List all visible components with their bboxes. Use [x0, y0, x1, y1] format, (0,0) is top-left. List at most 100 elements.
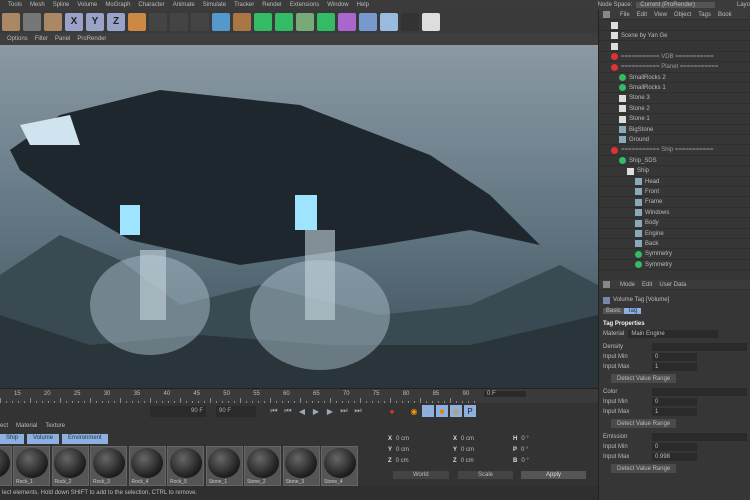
object-item[interactable]: =========== VDB ===========	[599, 52, 750, 63]
object-item[interactable]: Stone 2	[599, 104, 750, 115]
om-menu-tags[interactable]: Tags	[698, 12, 711, 18]
input-max-field[interactable]: Input Max 1	[603, 408, 697, 416]
key-position-icon[interactable]: ✥	[422, 405, 434, 417]
attr-menu-edit[interactable]: Edit	[642, 282, 652, 288]
scale-mode-select[interactable]: Scale	[458, 471, 514, 479]
axis-x-button[interactable]: X	[65, 12, 83, 31]
menu-simulate[interactable]: Simulate	[203, 2, 226, 8]
material-swatch[interactable]: Rock_2	[51, 446, 89, 486]
object-item[interactable]: Stone 3	[599, 94, 750, 104]
input-max-field[interactable]: Input Max 0.998	[603, 453, 697, 461]
object-item[interactable]: Ground	[599, 135, 750, 146]
object-item[interactable]: Stone 1	[599, 115, 750, 125]
detect-value-range-button[interactable]: Detect Value Range	[611, 419, 677, 428]
toolbar-tool-icon[interactable]	[359, 12, 377, 31]
material-menu-texture[interactable]: Texture	[45, 423, 65, 429]
tool-icon[interactable]	[44, 12, 62, 31]
next-key-icon[interactable]: ⏭	[338, 405, 350, 417]
om-menu-object[interactable]: Object	[674, 12, 691, 18]
material-swatch[interactable]: Rock_4	[128, 446, 166, 486]
toolbar-tool-icon[interactable]	[170, 12, 188, 31]
attr-menu-user-data[interactable]: User Data	[659, 282, 686, 288]
go-end-icon[interactable]: ⏭	[352, 405, 364, 417]
object-item[interactable]	[599, 21, 750, 31]
material-swatch[interactable]: Rock_5	[167, 446, 204, 486]
rotation-b-field[interactable]: B0 °	[513, 458, 529, 464]
toolbar-tool-icon[interactable]	[128, 12, 146, 31]
menu-render[interactable]: Render	[262, 2, 282, 8]
menu-mograph[interactable]: MoGraph	[105, 2, 130, 8]
size-x-field[interactable]: X0 cm	[453, 436, 474, 442]
object-item[interactable]: Windows	[599, 208, 750, 219]
menu-tools[interactable]: Tools	[8, 2, 22, 8]
key-rotation-icon[interactable]: ◎	[450, 405, 462, 417]
apply-button[interactable]: Apply	[521, 471, 587, 479]
axis-z-button[interactable]: Z	[107, 12, 125, 31]
object-item[interactable]: SmallRocks 1	[599, 83, 750, 94]
key-scale-icon[interactable]: ■	[436, 405, 448, 417]
material-tab-volume[interactable]: Volume	[27, 434, 60, 444]
om-menu-book[interactable]: Book	[718, 12, 732, 18]
toolbar-tool-icon[interactable]	[233, 12, 251, 31]
toolbar-tool-icon[interactable]	[254, 12, 272, 31]
play-icon[interactable]: ▶	[310, 405, 322, 417]
attr-tab-basic[interactable]: Basic	[603, 308, 624, 314]
end-frame-field[interactable]: 90 F	[150, 405, 206, 417]
max-frame-field[interactable]: 90 F	[216, 405, 256, 417]
menu-window[interactable]: Window	[327, 2, 348, 8]
menu-mesh[interactable]: Mesh	[30, 2, 45, 8]
object-item[interactable]: Head	[599, 177, 750, 187]
object-item[interactable]: Back	[599, 239, 750, 250]
menu-extensions[interactable]: Extensions	[290, 2, 319, 8]
input-min-field[interactable]: Input Min 0	[603, 443, 697, 451]
key-param-icon[interactable]: P	[464, 405, 476, 417]
position-y-field[interactable]: Y0 cm	[388, 447, 409, 453]
coordinate-mode-select[interactable]: World	[393, 471, 449, 479]
object-item[interactable]: =========== Planet ===========	[599, 63, 750, 73]
object-item[interactable]: SmallRocks 2	[599, 73, 750, 83]
object-item[interactable]: BigStone	[599, 125, 750, 135]
input-min-field[interactable]: Input Min 0	[603, 398, 697, 406]
attr-menu-mode[interactable]: Mode	[620, 282, 635, 288]
toolbar-tool-icon[interactable]	[338, 12, 356, 31]
material-swatch[interactable]: Stone_2	[244, 446, 281, 486]
toolbar-tool-icon[interactable]	[149, 12, 167, 31]
object-item[interactable]: Scene by Yan Ge	[599, 31, 750, 42]
menu-spline[interactable]: Spline	[53, 2, 70, 8]
material-swatch[interactable]: Stone_1	[205, 446, 243, 486]
position-x-field[interactable]: X0 cm	[388, 436, 409, 442]
object-item[interactable]: Engine	[599, 229, 750, 239]
node-space-select[interactable]: Current (ProRender)	[636, 2, 715, 8]
step-forward-icon[interactable]: ▶	[324, 405, 336, 417]
tool-icon[interactable]	[2, 12, 20, 31]
material-swatch[interactable]: Stone_4	[321, 446, 358, 486]
detect-value-range-button[interactable]: Detect Value Range	[611, 464, 677, 473]
menu-help[interactable]: Help	[357, 2, 369, 8]
toolbar-tool-icon[interactable]	[191, 12, 209, 31]
attr-tab-tag[interactable]: Tag	[623, 308, 642, 314]
object-item[interactable]: Body	[599, 219, 750, 229]
object-item[interactable]: Symmetry	[599, 250, 750, 260]
size-y-field[interactable]: Y0 cm	[453, 447, 474, 453]
om-menu-edit[interactable]: Edit	[637, 12, 647, 18]
go-start-icon[interactable]: ⏮	[268, 405, 280, 417]
axis-y-button[interactable]: Y	[86, 12, 104, 31]
position-z-field[interactable]: Z0 cm	[388, 458, 409, 464]
toolbar-tool-icon[interactable]	[380, 12, 398, 31]
material-tab-ship[interactable]: Ship	[0, 434, 25, 444]
material-swatch[interactable]: Rock_1	[13, 446, 50, 486]
menu-volume[interactable]: Volume	[77, 2, 97, 8]
material-field[interactable]: Material Main Engine	[603, 330, 719, 338]
om-menu-file[interactable]: File	[620, 12, 630, 18]
viewport-menu-filter[interactable]: Filter	[35, 36, 48, 42]
object-item[interactable]: Ship_SDS	[599, 156, 750, 167]
input-min-field[interactable]: Input Min 0	[603, 353, 697, 361]
autokey-icon[interactable]: ◉	[408, 405, 420, 417]
toolbar-tool-icon[interactable]	[296, 12, 314, 31]
detect-value-range-button[interactable]: Detect Value Range	[611, 374, 677, 383]
rotation-h-field[interactable]: H0 °	[513, 436, 529, 442]
object-item[interactable]: Front	[599, 187, 750, 198]
material-swatch[interactable]: Stone_3	[282, 446, 320, 486]
prev-key-icon[interactable]: ⏮	[282, 405, 294, 417]
viewport-menu-panel[interactable]: Panel	[55, 36, 70, 42]
